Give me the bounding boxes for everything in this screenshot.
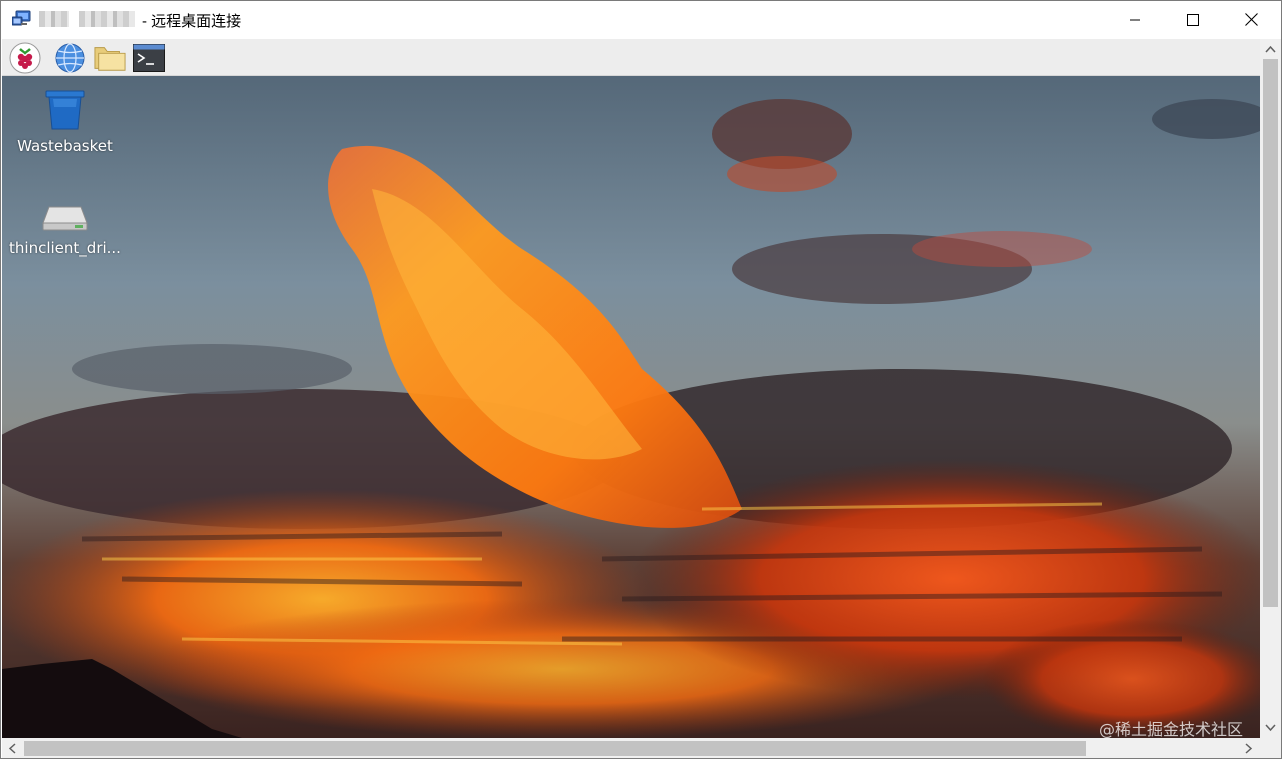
- maximize-button[interactable]: [1164, 1, 1222, 38]
- title-bar[interactable]: - 远程桌面连接: [1, 1, 1281, 38]
- scrollbar-corner: [1260, 738, 1281, 758]
- drive-icon: [42, 206, 88, 231]
- remote-desktop-window: - 远程桌面连接 Wastebasket thinclient_dri... @…: [0, 0, 1282, 759]
- horizontal-scrollbar[interactable]: [2, 738, 1260, 758]
- minimize-button[interactable]: [1106, 1, 1164, 38]
- maximize-icon: [1187, 13, 1199, 26]
- pi-taskbar: [2, 39, 1260, 76]
- scroll-up-arrow-icon[interactable]: [1264, 43, 1277, 56]
- scroll-right-arrow-icon[interactable]: [1242, 742, 1255, 755]
- desktop-icon-thinclient-drive[interactable]: thinclient_dri...: [2, 199, 128, 257]
- scroll-down-arrow-icon[interactable]: [1264, 721, 1277, 734]
- remote-desktop-view[interactable]: Wastebasket thinclient_dri... @稀土掘金技术社区: [2, 39, 1260, 738]
- folder-icon: [94, 47, 126, 71]
- desktop-icon-label: thinclient_dri...: [9, 239, 121, 257]
- minimize-icon: [1130, 19, 1140, 20]
- watermark-text: @稀土掘金技术社区: [1099, 720, 1244, 738]
- window-title: - 远程桌面连接: [142, 13, 242, 30]
- raspberry-menu-button[interactable]: [9, 42, 41, 74]
- file-manager-button[interactable]: [94, 42, 126, 74]
- terminal-button[interactable]: [133, 42, 165, 74]
- scroll-left-arrow-icon[interactable]: [6, 742, 19, 755]
- vertical-scroll-thumb[interactable]: [1263, 59, 1278, 607]
- redacted-host-part1: [39, 11, 69, 27]
- remote-desktop-app-icon: [11, 10, 32, 28]
- close-icon: [1244, 13, 1258, 26]
- redacted-host-part2: [79, 11, 135, 27]
- web-browser-button[interactable]: [54, 42, 86, 74]
- horizontal-scroll-thumb[interactable]: [24, 741, 1086, 756]
- vertical-scrollbar[interactable]: [1260, 39, 1281, 738]
- desktop-icon-label: Wastebasket: [17, 137, 113, 155]
- close-button[interactable]: [1222, 1, 1280, 38]
- raspberry-icon: [9, 42, 41, 74]
- wastebasket-icon: [45, 90, 85, 130]
- globe-icon: [55, 43, 85, 73]
- sunset-wallpaper: [2, 39, 1260, 738]
- terminal-icon: [133, 44, 165, 72]
- desktop-icon-wastebasket[interactable]: Wastebasket: [2, 89, 128, 155]
